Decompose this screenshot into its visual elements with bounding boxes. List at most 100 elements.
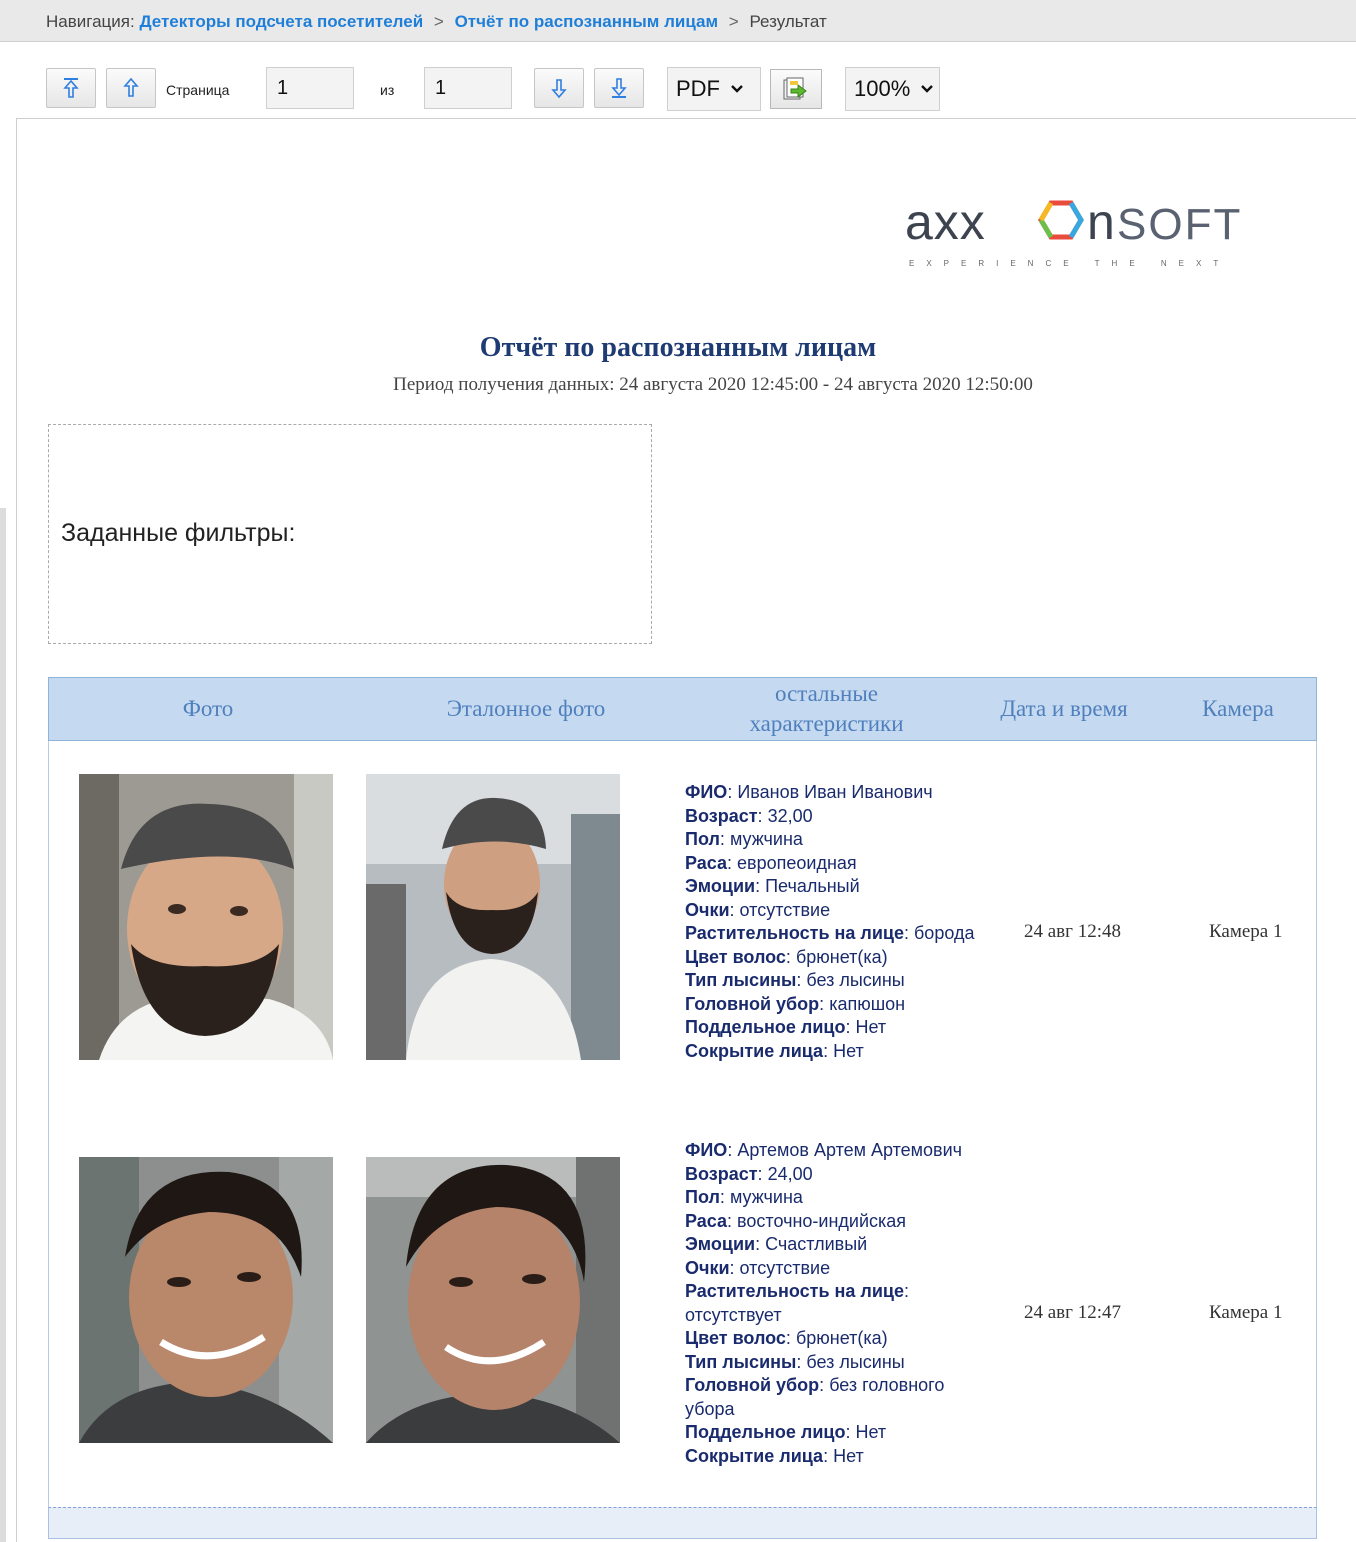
characteristic-item: Пол: мужчина	[685, 829, 803, 849]
breadcrumb-link-detectors[interactable]: Детекторы подсчета посетителей	[139, 12, 423, 31]
characteristic-key: Очки	[685, 1257, 730, 1278]
characteristic-item: ФИО: Иванов Иван Иванович	[685, 782, 933, 802]
page-number-input[interactable]	[266, 67, 354, 109]
face-photo	[79, 774, 333, 1060]
export-button[interactable]	[770, 69, 822, 109]
svg-text:SOFT: SOFT	[1117, 200, 1242, 249]
characteristics-list: ФИО: Иванов Иван Иванович Возраст: 32,00 П…	[685, 781, 985, 1063]
svg-text:axx: axx	[905, 194, 986, 250]
characteristic-item: Очки: отсутствие	[685, 899, 831, 920]
characteristic-item: Раса: восточно-индийская	[685, 1210, 907, 1231]
zoom-select[interactable]: 100%	[845, 67, 940, 111]
datetime-cell: 24 авг 12:48	[1024, 921, 1121, 942]
table-footer	[48, 1507, 1317, 1539]
table-header: Фото Эталонное фото остальные характерис…	[48, 677, 1317, 741]
characteristic-key: Возраст	[685, 1163, 758, 1184]
report-toolbar: Страница из PDF 100%	[0, 42, 1356, 118]
characteristic-value: мужчина	[729, 829, 803, 849]
page-label: Страница	[166, 82, 230, 98]
total-pages-field	[424, 67, 512, 109]
report-title: Отчёт по распознанным лицам	[479, 332, 877, 363]
characteristic-key: Поддельное лицо	[685, 1017, 846, 1037]
characteristic-value: Артемов Артем Артемович	[737, 1140, 963, 1160]
zoom-value: 100%	[854, 76, 911, 101]
header-reference-photo: Эталонное фото	[446, 696, 606, 721]
characteristic-item: Цвет волос: брюнет(ка)	[685, 1328, 888, 1348]
characteristic-key: Раса	[685, 852, 728, 873]
breadcrumb-prefix: Навигация:	[46, 12, 135, 31]
characteristic-key: Пол	[685, 1187, 720, 1207]
characteristic-value: 24,00	[767, 1163, 813, 1184]
first-page-icon	[63, 78, 79, 98]
characteristics-list: ФИО: Артемов Артем Артемович Возраст: 24,…	[685, 1139, 985, 1468]
characteristic-value: Нет	[833, 1040, 864, 1061]
characteristic-item: Тип лысины: без лысины	[685, 970, 905, 990]
chevron-down-icon	[731, 85, 743, 93]
characteristic-value: Печальный	[765, 876, 860, 896]
last-page-button[interactable]	[594, 68, 644, 108]
face-photo	[79, 1157, 333, 1443]
characteristic-key: Тип лысины	[685, 1351, 797, 1372]
characteristic-item: Растительность на лице: борода	[685, 923, 975, 943]
table-row: ФИО: Иванов Иван Иванович Возраст: 32,00 П…	[49, 741, 1317, 1121]
axxonsoft-logo: axx n SOFT EXPERIENCE THE NEXT	[905, 192, 1255, 282]
characteristic-key: Эмоции	[685, 876, 756, 896]
characteristic-key: Головной убор	[685, 993, 820, 1014]
prev-page-icon	[123, 77, 139, 97]
characteristic-item: Сокрытие лица: Нет	[685, 1040, 864, 1061]
characteristic-value: без лысины	[806, 970, 905, 990]
export-format-select[interactable]: PDF	[667, 67, 761, 111]
filters-label: Заданные фильтры:	[61, 519, 296, 547]
header-camera: Камера	[1202, 696, 1274, 721]
svg-text:n: n	[1087, 194, 1115, 250]
table-body: ФИО: Иванов Иван Иванович Возраст: 32,00 П…	[48, 741, 1317, 1507]
header-photo: Фото	[182, 696, 234, 721]
breadcrumb-separator: >	[433, 12, 444, 31]
characteristic-key: Растительность на лице	[685, 1281, 904, 1301]
breadcrumb-link-face-report[interactable]: Отчёт по распознанным лицам	[455, 12, 718, 31]
characteristic-value: европеоидная	[737, 852, 857, 873]
characteristic-value: отсутствие	[739, 899, 831, 920]
characteristic-key: Поддельное лицо	[685, 1422, 846, 1442]
next-page-button[interactable]	[534, 68, 584, 108]
characteristic-value: отсутствие	[739, 1257, 831, 1278]
characteristic-value: Нет	[833, 1445, 864, 1466]
breadcrumb: Навигация: Детекторы подсчета посетителе…	[0, 0, 1356, 42]
characteristic-item: Пол: мужчина	[685, 1187, 803, 1207]
header-datetime: Дата и время	[1000, 696, 1128, 721]
characteristic-key: Эмоции	[685, 1234, 756, 1254]
characteristic-key: Раса	[685, 1210, 728, 1231]
characteristic-item: Сокрытие лица: Нет	[685, 1445, 864, 1466]
characteristic-item: Растительность на лице: отсутствует	[685, 1281, 909, 1325]
characteristic-key: ФИО	[685, 782, 728, 802]
breadcrumb-separator: >	[728, 12, 739, 31]
characteristic-key: Сокрытие лица	[685, 1445, 824, 1466]
characteristic-item: Поддельное лицо: Нет	[685, 1017, 887, 1037]
characteristic-key: Возраст	[685, 805, 758, 826]
characteristic-item: Головной убор: без головного убора	[685, 1375, 945, 1419]
characteristic-value: Нет	[855, 1422, 887, 1442]
reference-photo	[366, 774, 620, 1060]
characteristic-key: Цвет волос	[685, 946, 786, 967]
characteristic-key: ФИО	[685, 1140, 728, 1160]
first-page-button[interactable]	[46, 68, 96, 108]
characteristic-value: брюнет(ка)	[795, 1328, 888, 1348]
export-format-value: PDF	[676, 76, 720, 101]
prev-page-button[interactable]	[106, 68, 156, 108]
last-page-icon	[611, 78, 627, 98]
characteristic-item: ФИО: Артемов Артем Артемович	[685, 1140, 963, 1160]
characteristic-value: Нет	[855, 1017, 887, 1037]
characteristic-item: Возраст: 32,00	[685, 805, 813, 826]
characteristic-value: восточно-индийская	[737, 1210, 907, 1231]
scrollbar-track[interactable]	[0, 508, 6, 1542]
characteristic-value: капюшон	[829, 993, 906, 1014]
characteristic-item: Тип лысины: без лысины	[685, 1351, 905, 1372]
characteristic-key: Тип лысины	[685, 970, 797, 990]
datetime-cell: 24 авг 12:47	[1024, 1302, 1121, 1323]
characteristic-item: Раса: европеоидная	[685, 852, 857, 873]
characteristic-key: Сокрытие лица	[685, 1040, 824, 1061]
characteristic-value: отсутствует	[685, 1304, 782, 1325]
characteristic-value: без лысины	[806, 1351, 905, 1372]
characteristic-value: брюнет(ка)	[795, 946, 888, 967]
characteristic-item: Эмоции: Счастливый	[685, 1234, 868, 1254]
